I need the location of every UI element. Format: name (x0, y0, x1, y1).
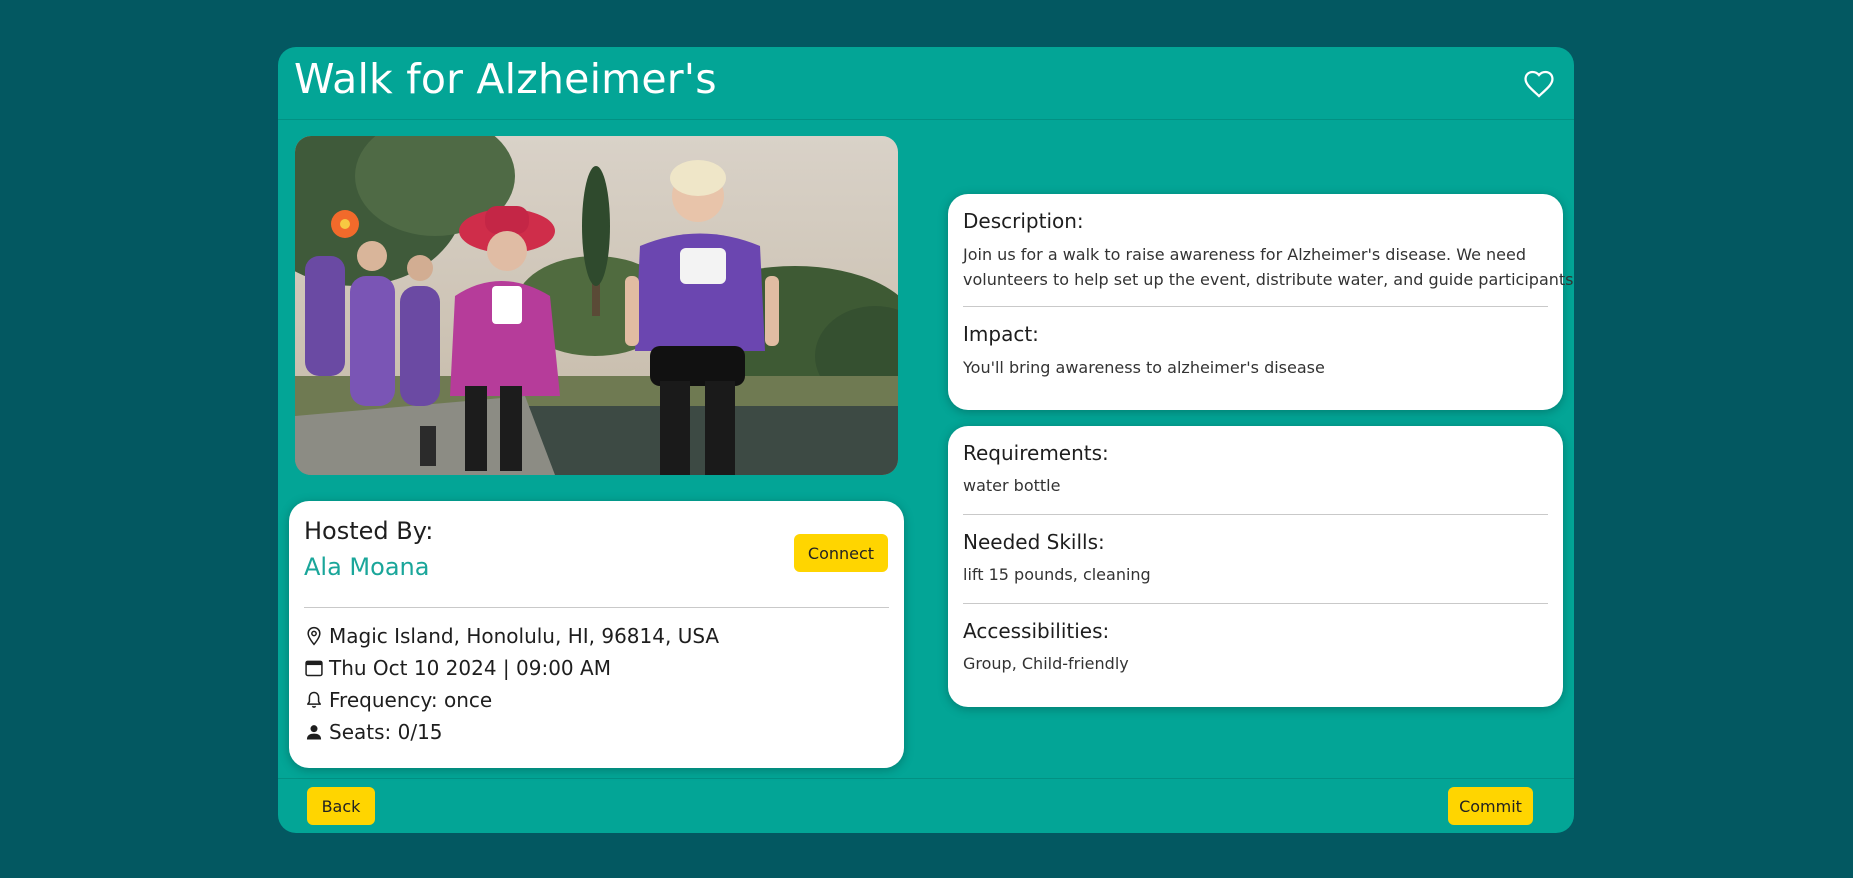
event-modal: Walk for Alzheimer's Hosted By: Ala Moan… (278, 47, 1574, 833)
skills-label: Needed Skills: (963, 530, 1105, 554)
host-label: Hosted By: (304, 517, 434, 545)
impact-label: Impact: (963, 322, 1039, 346)
seats-text: Seats: 0/15 (329, 720, 443, 744)
impact-text: You'll bring awareness to alzheimer's di… (963, 358, 1325, 377)
modal-header: Walk for Alzheimer's (278, 47, 1574, 120)
description-label: Description: (963, 209, 1084, 233)
host-card: Hosted By: Ala Moana Connect Magic Islan… (289, 501, 904, 768)
event-title: Walk for Alzheimer's (294, 55, 717, 103)
requirements-label: Requirements: (963, 441, 1109, 465)
commit-button[interactable]: Commit (1448, 787, 1533, 825)
description-text-line1: Join us for a walk to raise awareness fo… (963, 245, 1527, 264)
person-icon (306, 725, 322, 740)
accessibilities-text: Group, Child-friendly (963, 654, 1129, 673)
divider (963, 514, 1548, 515)
back-button[interactable]: Back (307, 787, 375, 825)
host-name-link[interactable]: Ala Moana (304, 553, 429, 581)
divider (963, 603, 1548, 604)
requirements-text: water bottle (963, 476, 1061, 495)
event-photo (295, 136, 898, 475)
description-text-line2: volunteers to help set up the event, dis… (963, 270, 1574, 289)
datetime-text: Thu Oct 10 2024 | 09:00 AM (329, 656, 611, 680)
connect-button[interactable]: Connect (794, 534, 888, 572)
divider (963, 306, 1548, 307)
bell-icon (307, 691, 321, 708)
location-text: Magic Island, Honolulu, HI, 96814, USA (329, 624, 720, 648)
description-card: Description: Join us for a walk to raise… (948, 194, 1574, 410)
accessibilities-label: Accessibilities: (963, 619, 1110, 643)
divider (304, 607, 889, 608)
modal-footer: Back Commit (278, 778, 1574, 833)
location-pin-icon (307, 626, 321, 646)
calendar-icon (305, 660, 323, 677)
heart-icon[interactable] (1522, 67, 1556, 101)
frequency-text: Frequency: once (329, 688, 493, 712)
skills-text: lift 15 pounds, cleaning (963, 565, 1151, 584)
requirements-card: Requirements: water bottle Needed Skills… (948, 426, 1563, 707)
